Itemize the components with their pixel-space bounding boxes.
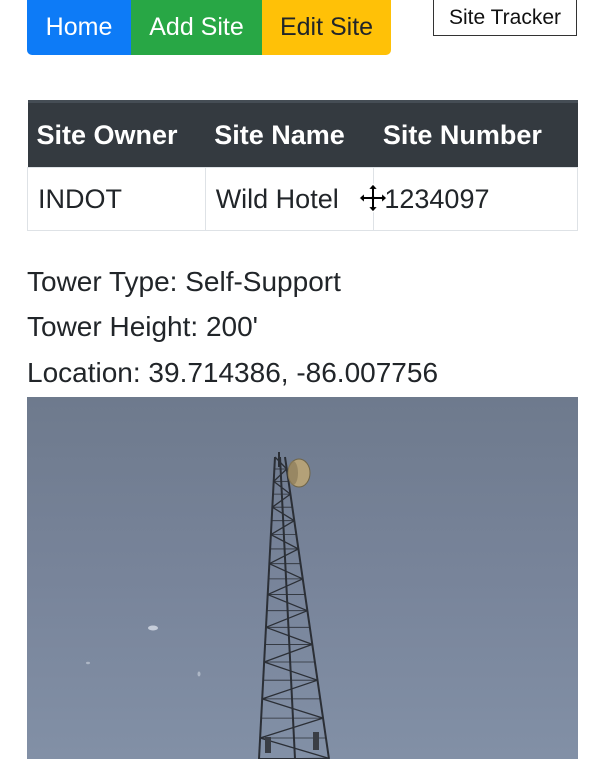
tower-type-text: Tower Type: Self-Support [27,266,341,297]
column-header-site-owner: Site Owner [27,100,206,168]
site-table: Site Owner Site Name Site Number INDOT W… [27,100,578,231]
add-site-button[interactable]: Add Site [131,0,262,55]
tower-street-view-image[interactable] [27,397,578,759]
table-row[interactable]: INDOT Wild Hotel 1234097 [27,167,578,231]
edit-site-button[interactable]: Edit Site [262,0,391,55]
cell-site-owner: INDOT [27,167,206,231]
column-header-site-number: Site Number [373,100,578,168]
table-header-row: Site Owner Site Name Site Number [27,100,578,168]
site-detail-page: Home Add Site Edit Site Site Tracker Sit… [0,0,600,759]
tower-height-text: Tower Height: 200' [27,311,259,342]
location-text: Location: 39.714386, -86.007756 [27,357,439,388]
cell-site-name: Wild Hotel [204,167,375,231]
move-cursor-icon [358,183,388,213]
top-nav: Home Add Site Edit Site [27,0,391,55]
home-button[interactable]: Home [27,0,131,55]
cell-site-number: 1234097 [373,167,578,231]
column-header-site-name: Site Name [205,100,374,168]
site-tracker-brand[interactable]: Site Tracker [433,0,577,36]
